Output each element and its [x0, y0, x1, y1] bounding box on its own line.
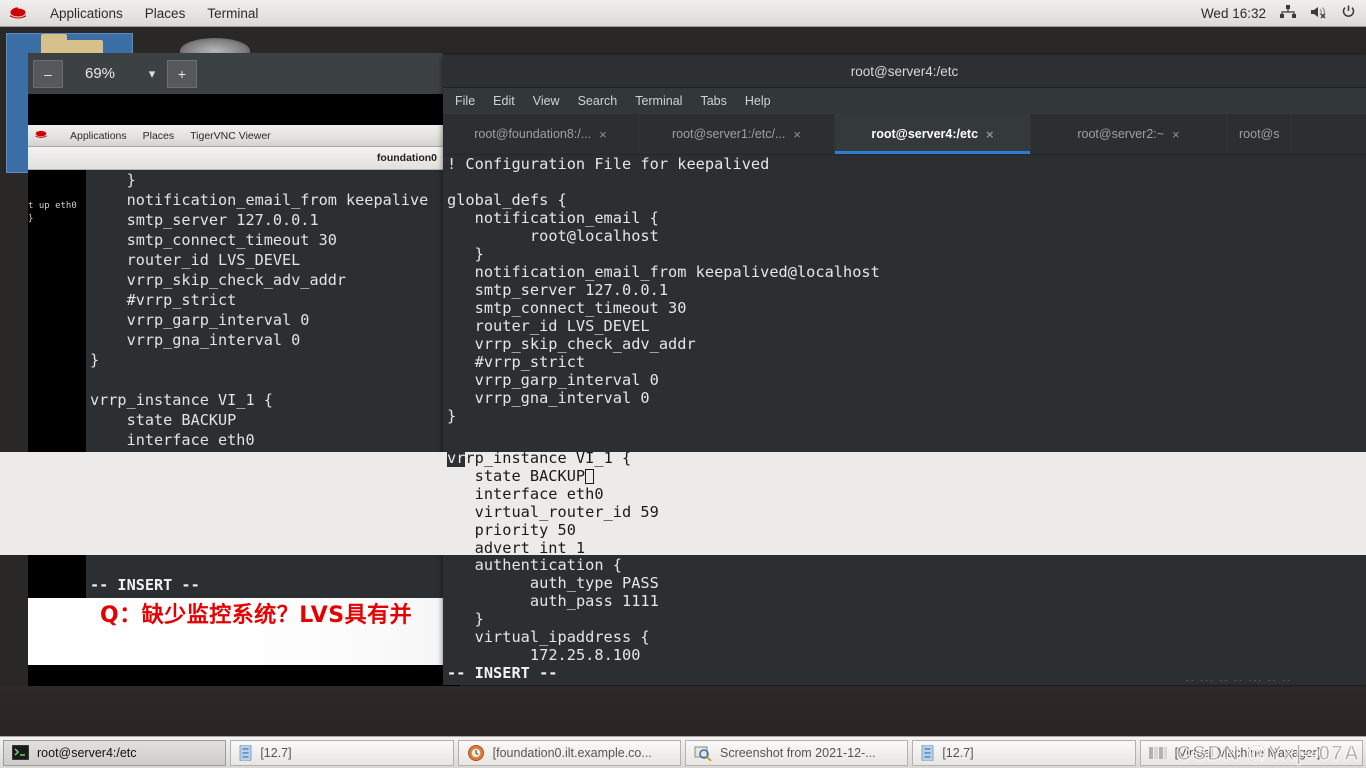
terminal-titlebar: root@server4:/etc — [443, 55, 1366, 88]
tab-label: root@s — [1239, 127, 1280, 141]
taskbar-item-vnc-foundation0[interactable]: [foundation0.ilt.example.co... — [457, 739, 681, 766]
terminal-menubar: File Edit View Search Terminal Tabs Help — [443, 88, 1366, 114]
menu-applications[interactable]: Applications — [50, 6, 123, 21]
terminal-title: root@server4:/etc — [850, 63, 959, 79]
tab-root-server1[interactable]: root@server1:/etc/... × — [639, 114, 835, 154]
tab-label: root@server4:/etc — [871, 127, 979, 141]
desktop-screen: Applications Places Terminal Wed 16:32 –… — [0, 0, 1366, 768]
terminal-text-bottom: authentication { auth_type PASS auth_pas… — [474, 556, 659, 664]
taskbar-item-vmm[interactable]: [Virtual Machine Manager] — [1139, 739, 1363, 766]
menu-search[interactable]: Search — [578, 94, 618, 108]
vm-icon — [1148, 746, 1167, 759]
guest-window-title: foundation0 — [376, 152, 437, 164]
guest-menu-applications[interactable]: Applications — [70, 130, 127, 142]
close-icon[interactable]: × — [986, 127, 994, 142]
slide-question-text: Q：缺少监控系统？LVS具有并 — [100, 603, 413, 628]
menu-terminal[interactable]: Terminal — [635, 94, 682, 108]
vnc-viewer-window[interactable]: – 69% ▾ + Applications Places TigerVNC V… — [28, 53, 443, 721]
tab-label: root@foundation8:/... — [474, 127, 592, 141]
tab-root-server4[interactable]: root@server4:/etc × — [835, 114, 1031, 154]
guest-left-console-line-1: t up eth0 — [28, 201, 77, 211]
close-icon[interactable]: × — [599, 127, 607, 142]
selection-highlight: vr — [447, 449, 466, 467]
menu-tabs[interactable]: Tabs — [700, 94, 726, 108]
taskbar-item-label: [foundation0.ilt.example.co... — [492, 745, 652, 760]
top-panel-status-area: Wed 16:32 — [1201, 4, 1366, 22]
highlight-line-4: virtual_router_id 59 — [447, 503, 659, 521]
zoom-level-value[interactable]: 69% — [63, 65, 137, 82]
tab-root-server2[interactable]: root@server2:~ × — [1031, 114, 1227, 154]
taskbar: root@server4:/etc [12.7] [foundation0.il… — [0, 736, 1366, 768]
guest-vim-insert-status: -- INSERT -- — [90, 576, 200, 594]
taskbar-item-terminal[interactable]: root@server4:/etc — [3, 739, 227, 766]
taskbar-item-label: [12.7] — [942, 745, 974, 760]
zoom-control: – 69% ▾ + — [33, 58, 197, 90]
vm-window-icon — [239, 744, 252, 761]
guest-menu-tigervnc[interactable]: TigerVNC Viewer — [190, 130, 271, 142]
close-icon[interactable]: × — [1172, 127, 1180, 142]
volume-muted-icon[interactable] — [1310, 5, 1327, 22]
menu-terminal[interactable]: Terminal — [207, 6, 258, 21]
guest-top-panel: Applications Places TigerVNC Viewer — [28, 125, 443, 147]
vm-window-icon — [921, 744, 934, 761]
highlight-line-6: advert_int 1 — [447, 539, 586, 557]
tab-label: root@server2:~ — [1077, 127, 1165, 141]
menu-view[interactable]: View — [533, 94, 560, 108]
obscured-background-text: -- --- -- -- --- -- -- — [1185, 676, 1291, 685]
highlight-line-3: interface eth0 — [447, 485, 604, 503]
highlight-line-1-rest: rp_instance VI_1 { — [465, 449, 632, 467]
screenshot-icon — [694, 746, 712, 761]
text-cursor — [585, 469, 595, 484]
taskbar-item-label: Screenshot from 2021-12-... — [719, 745, 876, 760]
taskbar-item-label: [12.7] — [260, 745, 292, 760]
vnc-zoom-toolbar: – 69% ▾ + — [28, 53, 443, 94]
zoom-in-button[interactable]: + — [167, 59, 197, 88]
power-icon[interactable] — [1341, 4, 1356, 22]
taskbar-item-vm-127-b[interactable]: [12.7] — [912, 739, 1136, 766]
tab-root-foundation8[interactable]: root@foundation8:/... × — [443, 114, 639, 154]
redhat-logo-icon — [8, 6, 28, 20]
menu-places[interactable]: Places — [145, 6, 186, 21]
terminal-highlighted-block: vrrp_instance VI_1 { state BACKUP interf… — [443, 449, 1366, 559]
top-panel: Applications Places Terminal Wed 16:32 — [0, 0, 1366, 27]
clock[interactable]: Wed 16:32 — [1201, 6, 1266, 21]
vnc-icon — [467, 744, 484, 761]
taskbar-item-label: root@server4:/etc — [37, 745, 137, 760]
guest-left-console-line-2: } — [28, 214, 34, 224]
taskbar-item-vm-127-a[interactable]: [12.7] — [230, 739, 454, 766]
taskbar-item-screenshot[interactable]: Screenshot from 2021-12-... — [684, 739, 909, 766]
taskbar-item-label: [Virtual Machine Manager] — [1174, 745, 1321, 760]
chevron-down-icon[interactable]: ▾ — [137, 66, 167, 82]
close-icon[interactable]: × — [793, 127, 801, 142]
vnc-blank-strip — [28, 94, 443, 125]
vim-insert-status: -- INSERT -- — [447, 664, 558, 682]
menu-edit[interactable]: Edit — [493, 94, 515, 108]
menu-help[interactable]: Help — [745, 94, 771, 108]
tab-root-server-partial[interactable]: root@s — [1227, 114, 1293, 154]
guest-window-titlebar: foundation0 — [28, 147, 443, 170]
tab-label: root@server1:/etc/... — [671, 127, 786, 141]
terminal-tabbar: root@foundation8:/... × root@server1:/et… — [443, 114, 1366, 155]
zoom-out-button[interactable]: – — [33, 59, 63, 88]
guest-menu-places[interactable]: Places — [143, 130, 175, 142]
highlight-line-2: state BACKUP — [447, 467, 586, 485]
guest-redhat-logo-icon — [34, 129, 54, 143]
network-icon[interactable] — [1280, 4, 1296, 22]
terminal-icon — [12, 745, 29, 760]
desktop-lower-background — [0, 686, 1366, 736]
menu-file[interactable]: File — [455, 94, 475, 108]
top-panel-menu: Applications Places Terminal — [0, 6, 258, 21]
terminal-text-top: ! Configuration File for keepalived glob… — [447, 155, 880, 425]
highlight-line-5: priority 50 — [447, 521, 576, 539]
terminal-content-lower[interactable]: authentication { auth_type PASS auth_pas… — [443, 556, 1366, 668]
